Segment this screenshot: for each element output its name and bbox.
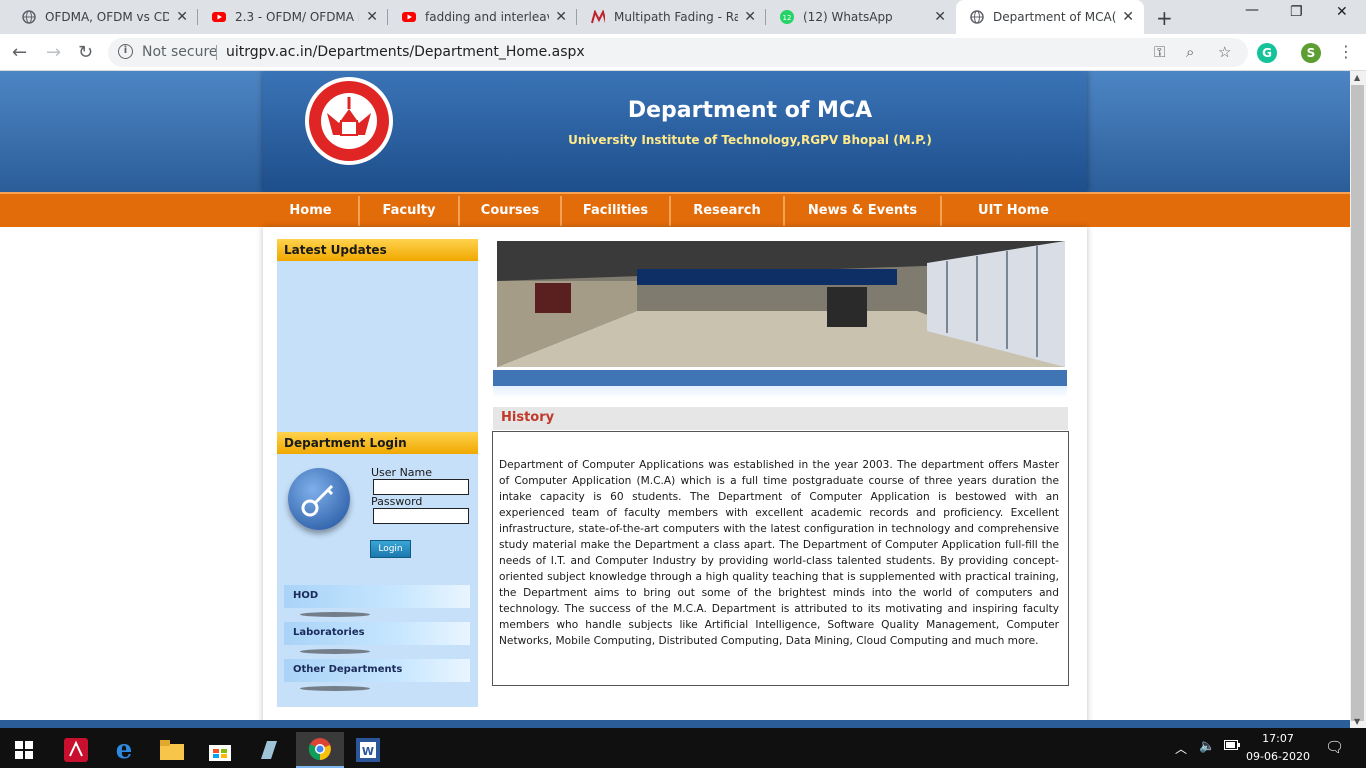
globe-icon	[22, 10, 36, 24]
security-label[interactable]: Not secure	[142, 44, 218, 60]
scroll-down-icon[interactable]: ▼	[1354, 717, 1360, 726]
nav-news-events[interactable]: News & Events	[785, 194, 940, 227]
address-bar[interactable]: i Not secure uitrgpv.ac.in/Departments/D…	[108, 38, 1248, 67]
scroll-up-icon[interactable]: ▲	[1354, 73, 1360, 82]
latest-updates-heading: Latest Updates	[277, 239, 478, 261]
close-icon[interactable]: ✕	[176, 9, 188, 25]
new-tab-icon[interactable]: +	[1156, 6, 1173, 30]
nav-facilities[interactable]: Facilities	[562, 194, 669, 227]
forward-icon[interactable]: →	[46, 42, 61, 63]
password-field[interactable]	[373, 508, 469, 524]
nav-research[interactable]: Research	[671, 194, 783, 227]
tab-title: Multipath Fading - Radi	[614, 10, 738, 24]
department-photo	[497, 241, 1065, 367]
browser-tab[interactable]: 12 (12) WhatsApp ✕	[766, 0, 956, 34]
close-icon[interactable]: ✕	[1122, 9, 1134, 25]
minimize-icon[interactable]: —	[1245, 2, 1259, 18]
nav-uit-home[interactable]: UIT Home	[942, 194, 1085, 227]
youtube-icon	[402, 10, 416, 24]
url-text[interactable]: uitrgpv.ac.in/Departments/Department_Hom…	[226, 44, 585, 60]
close-icon[interactable]: ✕	[744, 9, 756, 25]
tab-title: OFDMA, OFDM vs CDM	[45, 10, 169, 24]
chrome-icon[interactable]	[296, 732, 344, 768]
browser-tab[interactable]: OFDMA, OFDM vs CDM ✕	[8, 0, 198, 34]
close-icon[interactable]: ✕	[555, 9, 567, 25]
edge-icon[interactable]: e	[100, 732, 148, 768]
clock-time[interactable]: 17:07	[1250, 732, 1306, 745]
nav-faculty[interactable]: Faculty	[360, 194, 458, 227]
photo-bar	[493, 370, 1067, 386]
browser-tab[interactable]: fadding and interleaver ✕	[388, 0, 577, 34]
login-button[interactable]: Login	[370, 540, 411, 558]
username-label: User Name	[371, 466, 433, 479]
zoom-icon[interactable]: ⌕	[1186, 43, 1194, 61]
grammarly-icon[interactable]: G	[1257, 43, 1277, 63]
site-banner: Department of MCA University Institute o…	[0, 71, 1350, 192]
username-field[interactable]	[373, 479, 469, 495]
chevron-up-icon[interactable]: ︿	[1175, 740, 1187, 757]
menu-icon[interactable]: ⋮	[1338, 42, 1354, 61]
history-text: Department of Computer Applications was …	[499, 459, 1059, 647]
tab-title: Department of MCA( H	[993, 10, 1117, 24]
profile-avatar[interactable]: S	[1301, 43, 1321, 63]
page-footer-bar	[0, 720, 1350, 728]
page-title: Department of MCA	[627, 98, 873, 123]
key-icon	[288, 468, 350, 530]
restore-icon[interactable]: ❐	[1290, 4, 1303, 20]
close-icon[interactable]: ✕	[934, 9, 946, 25]
page-subtitle: University Institute of Technology,RGPV …	[568, 133, 932, 147]
tab-title: fadding and interleaver	[425, 10, 549, 24]
nav-home[interactable]: Home	[263, 194, 358, 227]
svg-text:12: 12	[783, 14, 792, 22]
os-taskbar: e W ︿ 🔈 17:07 09-06-2020 🗨	[0, 728, 1366, 768]
key-icon[interactable]: ⚿	[1154, 43, 1165, 61]
word-icon[interactable]: W	[344, 732, 392, 768]
browser-tab-active[interactable]: Department of MCA( H ✕	[956, 0, 1144, 34]
browser-tab[interactable]: Multipath Fading - Radi ✕	[577, 0, 766, 34]
scroll-thumb[interactable]	[1351, 85, 1364, 721]
info-icon[interactable]: i	[118, 44, 133, 59]
window-close-icon[interactable]: ✕	[1336, 4, 1348, 20]
globe-icon	[970, 10, 984, 24]
svg-text:W: W	[362, 745, 374, 758]
password-label: Password	[371, 495, 423, 508]
site-nav: Home Faculty Courses Facilities Research…	[0, 192, 1350, 227]
store-icon[interactable]	[196, 732, 244, 768]
notes-app-icon[interactable]	[244, 732, 292, 768]
notifications-icon[interactable]: 🗨	[1325, 738, 1344, 756]
sidebar-link-laboratories[interactable]: Laboratories	[284, 622, 470, 645]
browser-toolbar: ← → ↻ i Not secure uitrgpv.ac.in/Departm…	[0, 34, 1366, 71]
battery-icon[interactable]	[1224, 740, 1240, 753]
whatsapp-icon: 12	[780, 10, 794, 24]
tab-title: 2.3 - OFDM/ OFDMA IN	[235, 10, 359, 24]
page-scrollbar[interactable]: ▲ ▼	[1350, 71, 1366, 728]
clock-date[interactable]: 09-06-2020	[1246, 750, 1310, 763]
back-icon[interactable]: ←	[12, 42, 27, 63]
browser-tab-strip: OFDMA, OFDM vs CDM ✕ 2.3 - OFDM/ OFDMA I…	[0, 0, 1366, 34]
youtube-icon	[212, 10, 226, 24]
reload-icon[interactable]: ↻	[78, 42, 93, 63]
volume-icon[interactable]: 🔈	[1199, 739, 1215, 754]
page-viewport: Department of MCA University Institute o…	[0, 71, 1350, 728]
acrobat-icon[interactable]	[52, 732, 100, 768]
windows-start-icon[interactable]	[0, 732, 48, 768]
tab-title: (12) WhatsApp	[803, 10, 893, 24]
sidebar-link-other-departments[interactable]: Other Departments	[284, 659, 470, 682]
history-heading: History	[493, 407, 1068, 430]
close-icon[interactable]: ✕	[366, 9, 378, 25]
matlab-icon	[591, 10, 605, 24]
rgpv-logo	[303, 73, 395, 169]
bookmark-star-icon[interactable]: ☆	[1218, 43, 1231, 61]
browser-tab[interactable]: 2.3 - OFDM/ OFDMA IN ✕	[198, 0, 388, 34]
file-explorer-icon[interactable]	[148, 732, 196, 768]
sidebar-link-hod[interactable]: HOD	[284, 585, 470, 608]
department-login-heading: Department Login	[277, 432, 478, 454]
nav-courses[interactable]: Courses	[460, 194, 560, 227]
